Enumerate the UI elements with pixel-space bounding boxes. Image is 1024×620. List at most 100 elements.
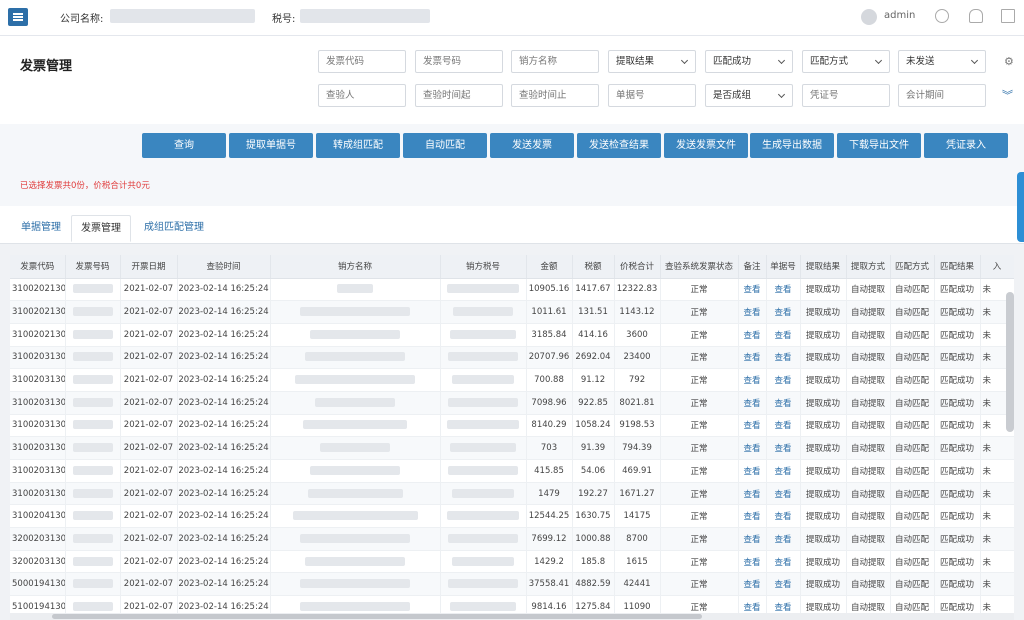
view-remark-link[interactable]: 查看: [743, 580, 760, 590]
view-doc-link[interactable]: 查看: [774, 580, 791, 590]
column-header[interactable]: 匹配方式: [890, 255, 935, 279]
table-row[interactable]: 5100194130 2021-02-07 2023-02-14 16:25:24 9…: [10, 595, 1014, 613]
view-doc-link[interactable]: 查看: [774, 308, 791, 318]
view-remark-link[interactable]: 查看: [743, 558, 760, 568]
action-button[interactable]: 自动匹配: [403, 133, 487, 158]
column-header[interactable]: 销方名称: [270, 255, 441, 279]
view-doc-link[interactable]: 查看: [774, 444, 791, 454]
view-doc-link[interactable]: 查看: [774, 535, 791, 545]
filter-input[interactable]: [415, 84, 503, 107]
user-name[interactable]: admin: [884, 10, 915, 21]
home-icon[interactable]: [1001, 9, 1015, 23]
column-header[interactable]: 销方税号: [440, 255, 527, 279]
column-header[interactable]: 入: [980, 255, 1014, 279]
filter-select[interactable]: 匹配方式: [802, 50, 890, 73]
view-remark-link[interactable]: 查看: [743, 444, 760, 454]
menu-icon[interactable]: [8, 8, 28, 26]
view-remark-link[interactable]: 查看: [743, 353, 760, 363]
view-doc-link[interactable]: 查看: [774, 353, 791, 363]
table-row[interactable]: 3100203130 2021-02-07 2023-02-14 16:25:24 7…: [10, 368, 1014, 392]
filter-input[interactable]: [898, 84, 986, 107]
table-row[interactable]: 3100204130 2021-02-07 2023-02-14 16:25:24 1…: [10, 504, 1014, 529]
table-row[interactable]: 3100203130 2021-02-07 2023-02-14 16:25:24 8…: [10, 414, 1014, 438]
column-header[interactable]: 发票代码: [10, 255, 66, 279]
filter-select[interactable]: 匹配成功: [705, 50, 793, 73]
column-header[interactable]: 单据号: [766, 255, 801, 279]
column-header[interactable]: 备注: [738, 255, 767, 279]
view-doc-link[interactable]: 查看: [774, 399, 791, 409]
table-row[interactable]: 3100203130 2021-02-07 2023-02-14 16:25:24 1…: [10, 482, 1014, 506]
view-doc-link[interactable]: 查看: [774, 490, 791, 500]
view-doc-link[interactable]: 查看: [774, 603, 791, 613]
table-row[interactable]: 5000194130 2021-02-07 2023-02-14 16:25:24 3…: [10, 572, 1014, 597]
view-remark-link[interactable]: 查看: [743, 512, 760, 522]
table-row[interactable]: 3100203130 2021-02-07 2023-02-14 16:25:24 2…: [10, 346, 1014, 370]
view-remark-link[interactable]: 查看: [743, 308, 760, 318]
action-button[interactable]: 查询: [142, 133, 226, 158]
filter-input[interactable]: [415, 50, 503, 73]
emoji-icon[interactable]: [935, 9, 949, 23]
view-remark-link[interactable]: 查看: [743, 331, 760, 341]
user-avatar-icon[interactable]: [861, 9, 877, 25]
view-remark-link[interactable]: 查看: [743, 421, 760, 431]
action-button[interactable]: 凭证录入: [924, 133, 1008, 158]
table-row[interactable]: 3200203130 2021-02-07 2023-02-14 16:25:24 1…: [10, 550, 1014, 574]
action-button[interactable]: 生成导出数据: [750, 133, 834, 158]
filter-select[interactable]: 提取结果: [608, 50, 696, 73]
filter-select[interactable]: 未发送: [898, 50, 986, 73]
bell-icon[interactable]: [969, 9, 983, 23]
view-remark-link[interactable]: 查看: [743, 535, 760, 545]
filter-input[interactable]: [511, 84, 599, 107]
view-doc-link[interactable]: 查看: [774, 512, 791, 522]
column-header[interactable]: 提取方式: [846, 255, 891, 279]
view-doc-link[interactable]: 查看: [774, 421, 791, 431]
filter-input[interactable]: [511, 50, 599, 73]
side-drawer-handle[interactable]: [1017, 172, 1024, 242]
vertical-scrollbar[interactable]: [1006, 292, 1014, 432]
column-header[interactable]: 金额: [526, 255, 573, 279]
view-doc-link[interactable]: 查看: [774, 558, 791, 568]
view-doc-link[interactable]: 查看: [774, 376, 791, 386]
view-doc-link[interactable]: 查看: [774, 331, 791, 341]
view-remark-link[interactable]: 查看: [743, 285, 760, 295]
column-header[interactable]: 税额: [572, 255, 615, 279]
action-button[interactable]: 下载导出文件: [837, 133, 921, 158]
view-remark-link[interactable]: 查看: [743, 399, 760, 409]
view-doc-link[interactable]: 查看: [774, 285, 791, 295]
column-header[interactable]: 匹配结果: [934, 255, 981, 279]
action-button[interactable]: 发送发票: [490, 133, 574, 158]
filter-input[interactable]: [318, 50, 406, 73]
table-row[interactable]: 3100202130 2021-02-07 2023-02-14 16:25:24 1…: [10, 278, 1014, 302]
table-row[interactable]: 3100203130 2021-02-07 2023-02-14 16:25:24 4…: [10, 459, 1014, 483]
filter-input[interactable]: [802, 84, 890, 107]
expand-icon[interactable]: ︾: [1002, 87, 1013, 103]
filter-input[interactable]: [608, 84, 696, 107]
gear-icon[interactable]: ⚙: [1004, 55, 1014, 68]
view-remark-link[interactable]: 查看: [743, 467, 760, 477]
column-header[interactable]: 发票号码: [65, 255, 121, 279]
table-row[interactable]: 3100203130 2021-02-07 2023-02-14 16:25:24 7…: [10, 436, 1014, 460]
action-button[interactable]: 提取单据号: [229, 133, 313, 158]
view-remark-link[interactable]: 查看: [743, 376, 760, 386]
action-button[interactable]: 发送检查结果: [577, 133, 661, 158]
column-header[interactable]: 查验系统发票状态: [660, 255, 739, 279]
action-button[interactable]: 转成组匹配: [316, 133, 400, 158]
tab-documents[interactable]: 单据管理: [12, 218, 70, 245]
view-remark-link[interactable]: 查看: [743, 490, 760, 500]
tab-invoices[interactable]: 发票管理: [71, 215, 131, 242]
table-row[interactable]: 3100203130 2021-02-07 2023-02-14 16:25:24 7…: [10, 391, 1014, 415]
table-row[interactable]: 3100202130 2021-02-07 2023-02-14 16:25:24 3…: [10, 323, 1014, 347]
column-header[interactable]: 开票日期: [120, 255, 178, 279]
view-remark-link[interactable]: 查看: [743, 603, 760, 613]
column-header[interactable]: 提取结果: [800, 255, 847, 279]
column-header[interactable]: 查验时间: [177, 255, 271, 279]
table-row[interactable]: 3100202130 2021-02-07 2023-02-14 16:25:24 1…: [10, 300, 1014, 324]
column-header[interactable]: 价税合计: [614, 255, 661, 279]
horizontal-scrollbar[interactable]: [52, 614, 702, 619]
table-row[interactable]: 3200203130 2021-02-07 2023-02-14 16:25:24 7…: [10, 527, 1014, 551]
action-button[interactable]: 发送发票文件: [664, 133, 748, 158]
tab-group-match[interactable]: 成组匹配管理: [138, 218, 210, 245]
filter-select[interactable]: 是否成组: [705, 84, 793, 107]
view-doc-link[interactable]: 查看: [774, 467, 791, 477]
filter-input[interactable]: [318, 84, 406, 107]
